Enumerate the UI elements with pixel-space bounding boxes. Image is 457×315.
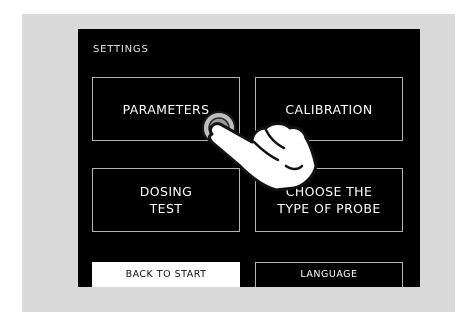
- screen-title: SETTINGS: [93, 44, 149, 55]
- language-button[interactable]: LANGUAGE: [255, 262, 403, 287]
- probe-type-button[interactable]: CHOOSE THE TYPE OF PROBE: [255, 168, 403, 232]
- parameters-button[interactable]: PARAMETERS: [92, 77, 240, 141]
- dosing-test-button[interactable]: DOSING TEST: [92, 168, 240, 232]
- settings-screen: SETTINGS PARAMETERS CALIBRATION DOSING T…: [78, 29, 420, 287]
- calibration-button[interactable]: CALIBRATION: [255, 77, 403, 141]
- back-to-start-button[interactable]: BACK TO START: [92, 262, 240, 287]
